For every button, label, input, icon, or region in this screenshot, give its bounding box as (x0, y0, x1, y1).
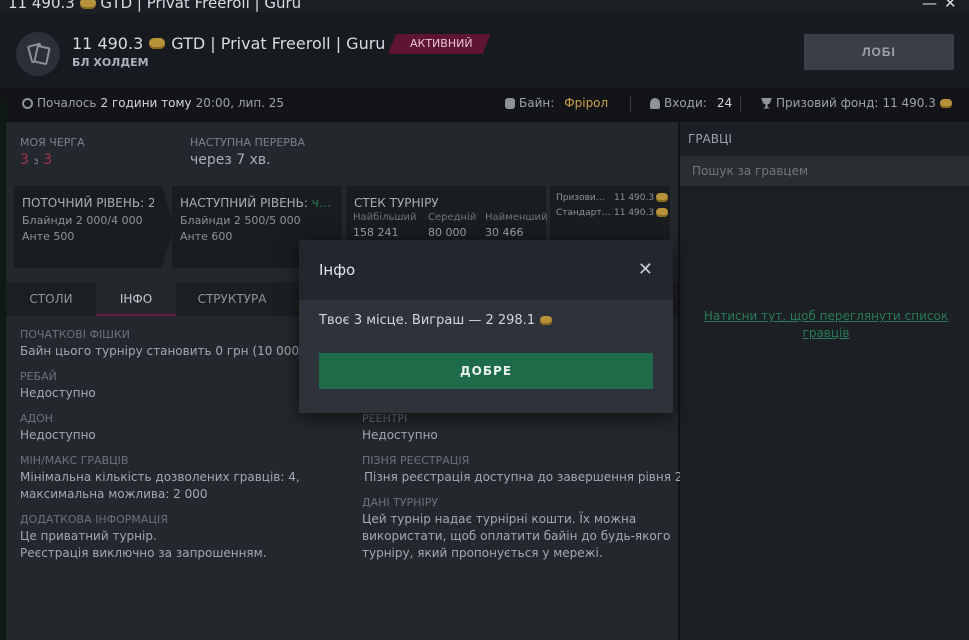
current-level-card: ПОТОЧНИЙ РІВЕНЬ: 20 Блайнди 2 000/4 000 … (14, 186, 163, 268)
buyin-label: Байн: (519, 96, 555, 110)
current-level-title: ПОТОЧНИЙ РІВЕНЬ: 20 (22, 196, 164, 210)
coin-icon (79, 0, 96, 9)
extra-info-label: ДОДАТКОВА ІНФОРМАЦІЯ (20, 513, 168, 526)
coin-icon (149, 38, 166, 49)
started-info: Почалось 2 години тому 20:00, лип. 25 (22, 96, 284, 110)
minimize-button[interactable]: — (922, 0, 937, 12)
coin-icon (656, 208, 668, 217)
addon-value: Недоступно (20, 428, 96, 442)
coin-icon (540, 316, 553, 325)
tournament-infobar: Почалось 2 години тому 20:00, лип. 25 Ба… (0, 88, 969, 120)
players-title: ГРАВЦІ (688, 132, 732, 146)
start-chips-label: ПОЧАТКОВІ ФІШКИ (20, 328, 130, 341)
level-arrow-icon (154, 186, 174, 268)
tournament-data-value-2: використати, щоб оплатити байін до будь-… (362, 529, 671, 543)
close-window-button[interactable]: ✕ (944, 0, 957, 12)
extra-info-value-2: Реєстрація виключно за запрошенням. (20, 546, 267, 560)
next-break-value: через 7 хв. (190, 152, 271, 168)
dialog-title: Інфо (319, 261, 356, 279)
tournament-data-value-1: Цей турнір надає турнірні кошти. Їх можн… (362, 512, 637, 526)
game-type: БЛ ХОЛДЕМ (72, 56, 149, 69)
rebuy-label: РЕБАЙ (20, 370, 57, 383)
coin-icon (656, 193, 668, 202)
prize-pool-info: Призовий фонд: 11 490.3 (761, 96, 952, 110)
coin-icon (939, 98, 952, 108)
current-ante: Анте 500 (22, 230, 75, 243)
reentry-label: РЕЕНТРІ (362, 412, 408, 425)
tournament-amount: 11 490.3 (72, 34, 144, 53)
window-titlebar: 11 490.3 GTD | Privat Freeroll | Guru — … (0, 0, 969, 14)
tournament-title: 11 490.3 GTD | Privat Freeroll | Guru (72, 34, 385, 53)
window-title: 11 490.3 GTD | Privat Freeroll | Guru (8, 0, 301, 12)
stack-largest-value: 158 241 (353, 226, 399, 239)
late-reg-label: ПІЗНЯ РЕЄСТРАЦІЯ (362, 454, 470, 467)
prize-value: 11 490.3 (882, 96, 936, 110)
tournament-data-label: ДАНІ ТУРНІРУ (362, 496, 439, 509)
buyin-value: Фрірол (564, 96, 609, 110)
dialog-header: Інфо ✕ (299, 240, 673, 300)
extra-info-value-1: Це приватний турнір. (20, 529, 157, 543)
tournament-name: GTD | Privat Freeroll | Guru (171, 34, 386, 53)
divider (740, 96, 741, 112)
dialog-message: Твоє 3 місце. Виграш — 2 298.1 (319, 313, 553, 328)
prize-label: Призовий фонд: (776, 96, 879, 110)
stack-smallest-label: Найменший (485, 212, 548, 223)
clock-icon (22, 97, 33, 109)
entries-info: Входи: 24 (650, 96, 732, 110)
lobby-button[interactable]: ЛОБІ (804, 34, 954, 70)
cards-logo-icon (16, 32, 60, 76)
info-dialog: Інфо ✕ Твоє 3 місце. Виграш — 2 298.1 ДО… (299, 240, 673, 413)
my-queue-value: 3 з 3 (20, 152, 53, 168)
prize-row-1: Призови… 11 490.3 (556, 193, 668, 203)
tournament-data-value-3: турніру, який пропонується у мережі. (362, 546, 603, 560)
start-chips-value: Байн цього турніру становить 0 грн (10 0… (20, 344, 329, 358)
status-badge: АКТИВНИЙ (388, 34, 491, 54)
started-time: 20:00, лип. 25 (195, 96, 285, 110)
stack-smallest-value: 30 466 (485, 226, 524, 239)
entries-label: Входи: (664, 96, 707, 110)
prize-row-2: Стандарт… 11 490.3 (556, 208, 668, 218)
tournament-header: 11 490.3 GTD | Privat Freeroll | Guru БЛ… (0, 14, 969, 88)
started-ago: 2 години тому (100, 96, 192, 110)
user-icon (650, 97, 660, 109)
ok-button[interactable]: ДОБРЕ (319, 353, 653, 389)
tab-info[interactable]: ІНФО (96, 282, 176, 316)
buyin-info: Байн: Фрірол (505, 96, 608, 110)
stack-title: СТЕК ТУРНІРУ (354, 196, 439, 210)
reentry-value: Недоступно (362, 428, 438, 442)
late-reg-value: Пізня реєстрація доступна до завершення … (364, 470, 683, 484)
tab-structure[interactable]: СТРУКТУРА (176, 282, 288, 316)
my-queue-label: МОЯ ЧЕРГА (20, 136, 85, 149)
minmax-value-1: Мінімальна кількість дозволених гравців:… (20, 470, 300, 484)
show-players-link[interactable]: Натисни тут, щоб переглянути список грав… (702, 308, 950, 342)
entries-value: 24 (716, 96, 733, 110)
started-prefix: Почалось (37, 96, 97, 110)
current-blinds: Блайнди 2 000/4 000 (22, 214, 143, 227)
addon-label: АДОН (20, 412, 54, 425)
window-title-amount: 11 490.3 (8, 0, 75, 12)
stack-average-label: Середній (428, 212, 477, 223)
stack-largest-label: Найбільший (353, 212, 417, 223)
dialog-close-icon[interactable]: ✕ (638, 259, 653, 280)
tab-tables[interactable]: СТОЛИ (6, 282, 96, 316)
stack-average-value: 80 000 (428, 226, 467, 239)
next-level-title: НАСТУПНИЙ РІВЕНЬ: ч… (180, 196, 331, 210)
trophy-icon (761, 97, 772, 109)
minmax-label: МІН/МАКС ГРАВЦІВ (20, 454, 129, 467)
next-blinds: Блайнди 2 500/5 000 (180, 214, 301, 227)
rebuy-value: Недоступно (20, 386, 96, 400)
divider (630, 96, 631, 112)
next-ante: Анте 600 (180, 230, 233, 243)
players-panel: ГРАВЦІ Натисни тут, щоб переглянути спис… (680, 122, 969, 640)
minmax-value-2: максимальна можлива: 2 000 (20, 487, 208, 501)
next-break-label: НАСТУПНА ПЕРЕРВА (190, 136, 305, 149)
player-search-input[interactable] (680, 156, 969, 186)
window-title-name: GTD | Privat Freeroll | Guru (100, 0, 302, 12)
chips-stack-icon (505, 97, 515, 109)
